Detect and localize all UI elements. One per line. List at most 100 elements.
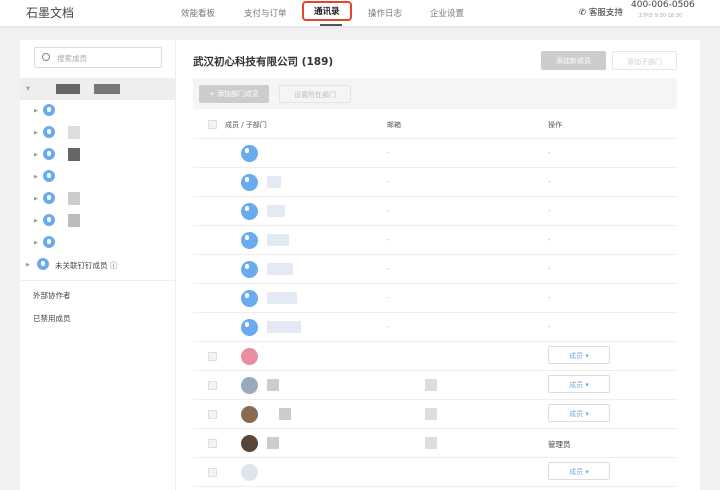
expand-icon[interactable]: ▶ (34, 196, 38, 202)
row-checkbox[interactable] (208, 410, 217, 419)
org-title: 武汉初心科技有限公司 (189) (193, 56, 334, 68)
contacts-panel: 搜索成员 ▼ ▶ ▶ ▶ ▶ ▶ ▶ ▶ 外部协作者 已禁用成员 ▶ 未关联钉钉成员 ⓘ 武… (20, 40, 700, 490)
dept-icon (43, 236, 55, 248)
table-row[interactable]: -- (193, 139, 677, 168)
redacted-name (94, 84, 120, 94)
active-tab-underline (320, 24, 342, 26)
redacted-name (267, 263, 293, 275)
role-dropdown[interactable]: 成员 ▾ (548, 462, 610, 480)
expand-icon[interactable]: ▶ (34, 152, 38, 158)
ops-cell: - (548, 323, 551, 331)
role-dropdown[interactable]: 成员 ▾ (548, 346, 610, 364)
dept-avatar-icon (241, 174, 258, 191)
add-member-button[interactable]: 添加新成员 (541, 51, 606, 70)
ops-cell: - (548, 265, 551, 273)
redacted-email (425, 408, 437, 420)
redacted-dept-name (68, 148, 80, 161)
table-row[interactable]: -- (193, 255, 677, 284)
ops-cell: - (548, 236, 551, 244)
action-bar: + 添加部门成员 设置所在部门 (193, 78, 677, 109)
role-dropdown[interactable]: 成员 ▾ (548, 375, 610, 393)
expand-icon: ▼ (26, 86, 30, 92)
redacted-name (267, 437, 279, 449)
nav-dashboard[interactable]: 效能看板 (181, 7, 215, 19)
table-row[interactable]: 成员 ▾ (193, 342, 677, 371)
expand-icon[interactable]: ▶ (34, 130, 38, 136)
expand-icon[interactable]: ▶ (34, 218, 38, 224)
dept-avatar-icon (241, 261, 258, 278)
expand-icon[interactable]: ▶ (26, 262, 30, 268)
dept-avatar-icon (241, 203, 258, 220)
table-row[interactable]: -- (193, 226, 677, 255)
row-checkbox[interactable] (208, 381, 217, 390)
member-avatar (241, 377, 258, 394)
info-icon[interactable]: ⓘ (110, 261, 118, 270)
tree-root[interactable]: ▼ (20, 78, 175, 100)
col-ops: 操作 (548, 121, 562, 129)
ops-cell: - (548, 294, 551, 302)
unlinked-members[interactable]: 未关联钉钉成员 ⓘ (55, 260, 117, 271)
dept-avatar-icon (241, 319, 258, 336)
support-phone: 400-006-0506 (631, 0, 695, 10)
row-checkbox[interactable] (208, 439, 217, 448)
redacted-name (267, 321, 301, 333)
expand-icon[interactable]: ▶ (34, 240, 38, 246)
redacted-name (267, 176, 281, 188)
dept-icon (43, 126, 55, 138)
redacted-email (425, 437, 437, 449)
dept-tree: 搜索成员 ▼ ▶ ▶ ▶ ▶ ▶ ▶ ▶ 外部协作者 已禁用成员 ▶ 未关联钉钉成员 ⓘ (20, 40, 176, 490)
dept-icon (43, 192, 55, 204)
nav-settings[interactable]: 企业设置 (430, 7, 464, 19)
table-row[interactable]: 成员 ▾ (193, 400, 677, 429)
dept-icon (43, 214, 55, 226)
table-row[interactable]: -- (193, 168, 677, 197)
redacted-name (56, 84, 80, 94)
dept-avatar-icon (241, 145, 258, 162)
select-all-checkbox[interactable] (208, 120, 217, 129)
dept-avatar-icon (241, 290, 258, 307)
nav-logs[interactable]: 操作日志 (368, 7, 402, 19)
nav-contacts[interactable]: 通讯录 (302, 1, 352, 21)
ops-cell: - (548, 178, 551, 186)
add-dept-member-button[interactable]: + 添加部门成员 (199, 85, 269, 103)
add-subdept-button[interactable]: 添加子部门 (612, 51, 677, 70)
unlinked-label: 未关联钉钉成员 (55, 261, 108, 270)
nav-billing[interactable]: 支付与订单 (244, 7, 287, 19)
table-header: 成员 / 子部门 邮箱 操作 (193, 110, 677, 139)
table-row[interactable]: -- (193, 313, 677, 342)
expand-icon[interactable]: ▶ (34, 108, 38, 114)
expand-icon[interactable]: ▶ (34, 174, 38, 180)
ops-cell: - (548, 149, 551, 157)
set-dept-button[interactable]: 设置所在部门 (279, 85, 351, 103)
dept-icon (43, 170, 55, 182)
table-row[interactable]: 管理员 (193, 429, 677, 458)
ops-cell: - (548, 207, 551, 215)
email-cell: - (387, 323, 390, 331)
search-placeholder: 搜索成员 (57, 54, 87, 63)
dingtalk-icon (37, 258, 49, 270)
external-collaborators[interactable]: 外部协作者 (33, 290, 71, 301)
table-row[interactable]: -- (193, 284, 677, 313)
table-row[interactable]: -- (193, 197, 677, 226)
redacted-email (425, 379, 437, 391)
dept-icon (43, 148, 55, 160)
redacted-name (267, 234, 289, 246)
disabled-members[interactable]: 已禁用成员 (33, 313, 71, 324)
role-dropdown[interactable]: 成员 ▾ (548, 404, 610, 422)
email-cell: - (387, 207, 390, 215)
redacted-name (279, 408, 291, 420)
email-cell: - (387, 178, 390, 186)
table-row[interactable]: 成员 ▾ (193, 371, 677, 400)
search-member-input[interactable]: 搜索成员 (34, 47, 162, 68)
member-avatar (241, 435, 258, 452)
row-checkbox[interactable] (208, 468, 217, 477)
redacted-name (267, 379, 279, 391)
member-avatar (241, 348, 258, 365)
top-header: 石墨文档 效能看板 支付与订单 通讯录 操作日志 企业设置 ✆ 客服支持 400… (0, 0, 720, 26)
col-email: 邮箱 (387, 121, 401, 129)
member-list: 武汉初心科技有限公司 (189) 添加新成员 添加子部门 + 添加部门成员 设置… (176, 40, 700, 490)
email-cell: - (387, 236, 390, 244)
row-checkbox[interactable] (208, 352, 217, 361)
table-row[interactable]: 成员 ▾ (193, 458, 677, 487)
support-link[interactable]: ✆ 客服支持 (579, 6, 623, 18)
